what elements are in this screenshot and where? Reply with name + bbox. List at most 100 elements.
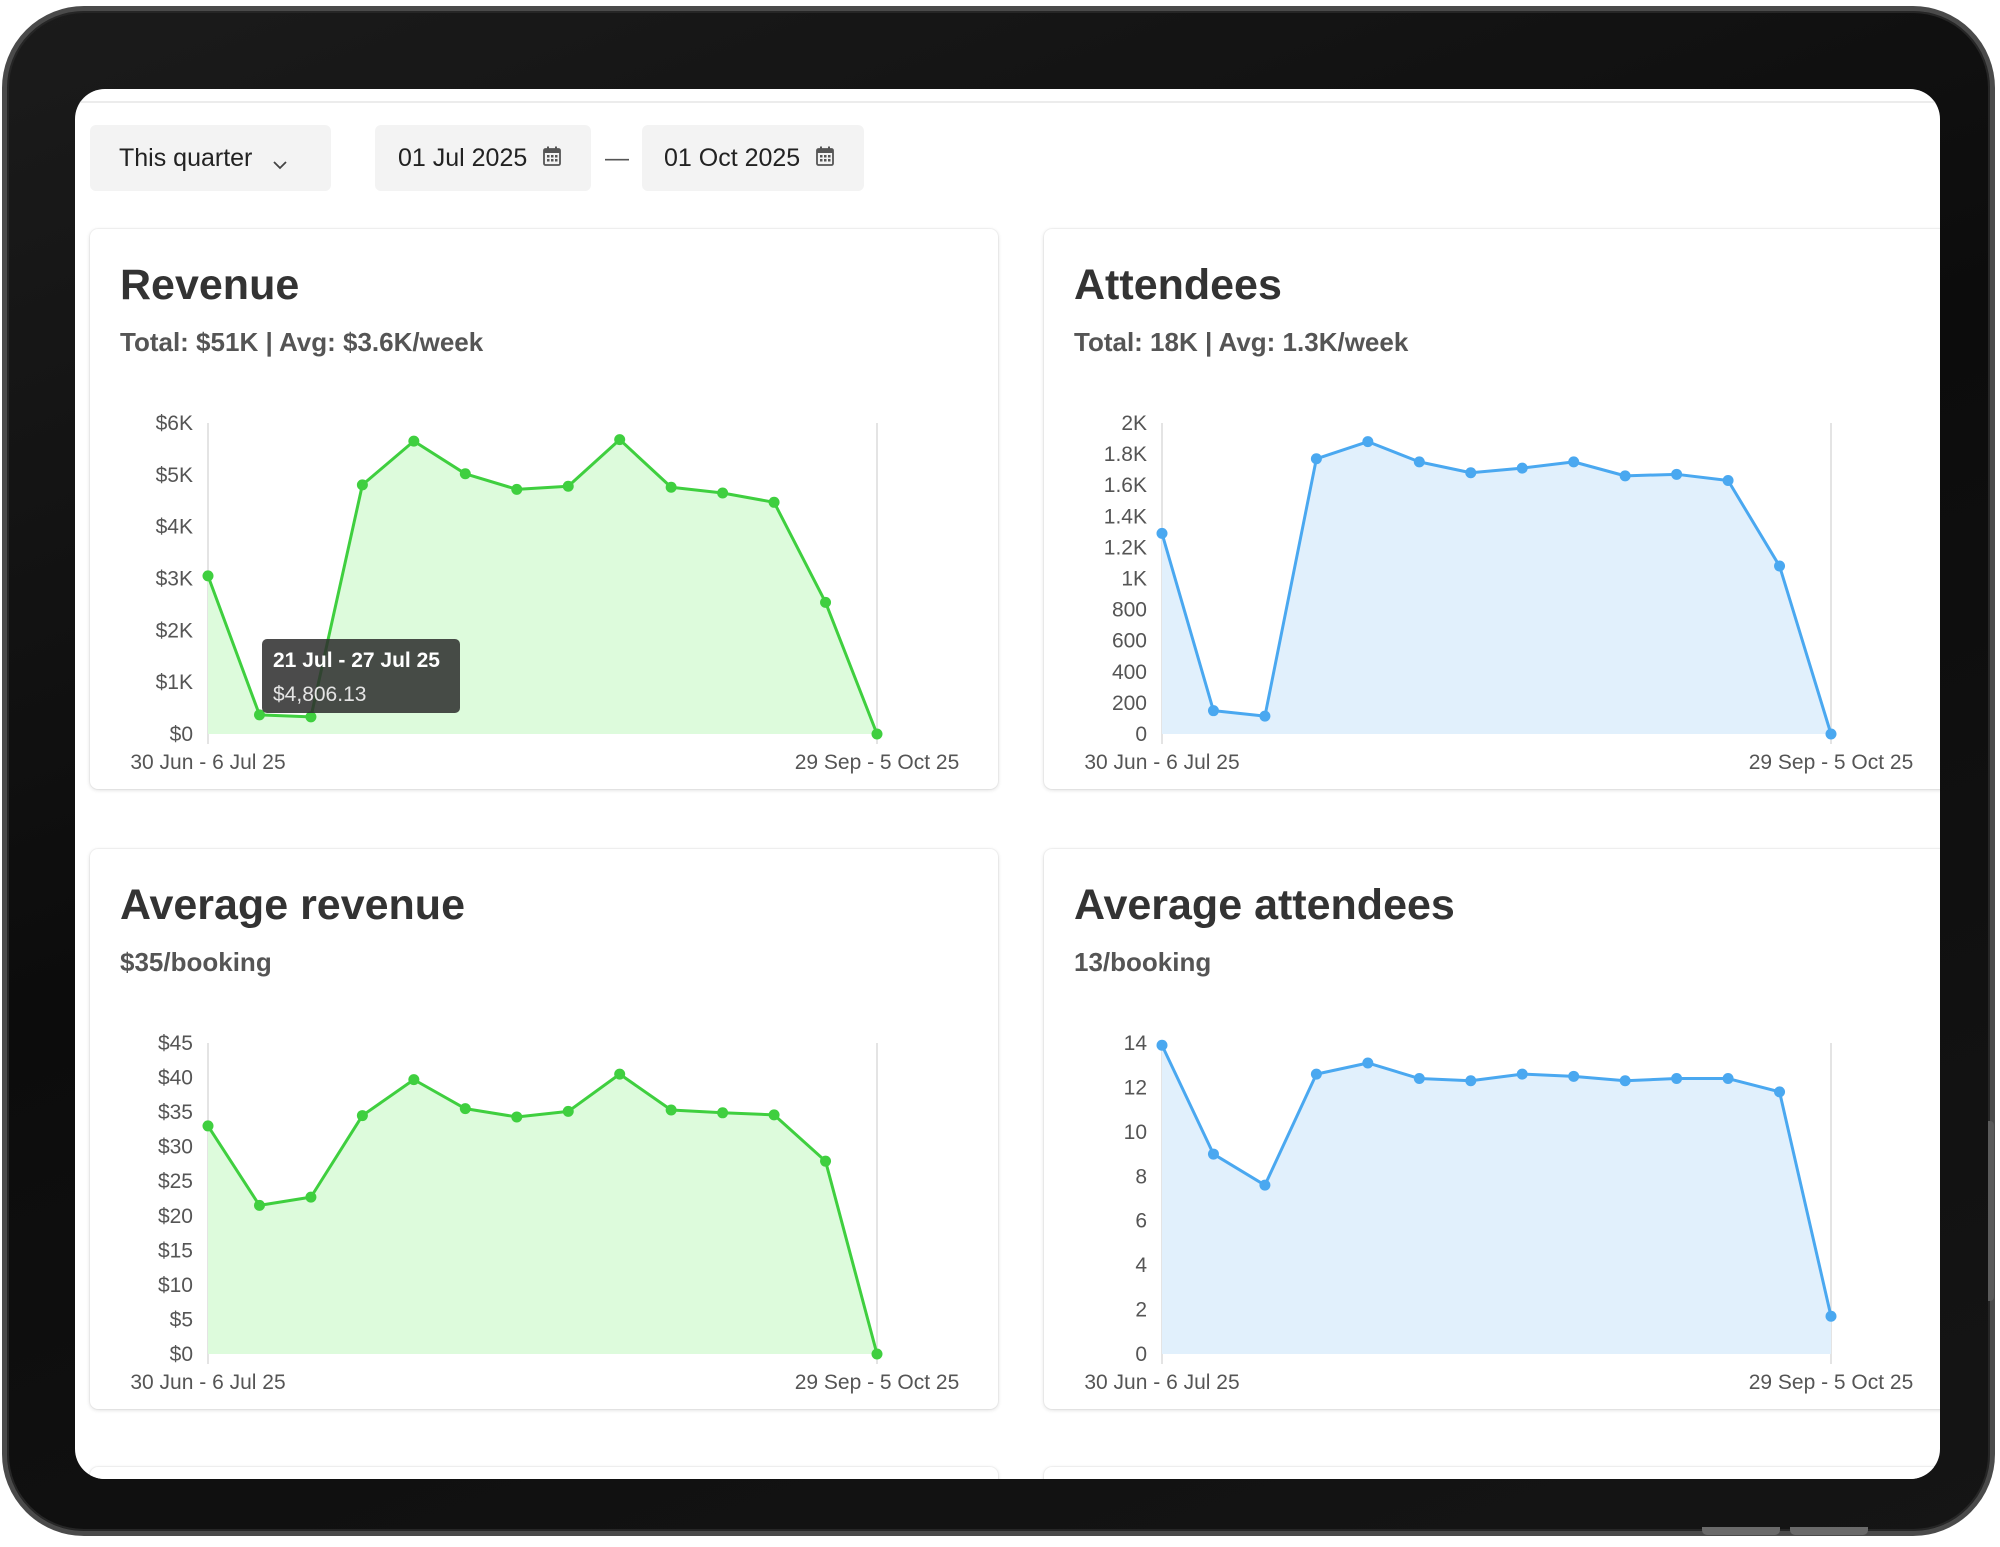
data-point bbox=[1310, 1068, 1322, 1080]
attendees-chart[interactable]: 0 200 400 600 800 1K 1.2K 1.4K 1.6K 1.8K 2K 30 Jun … bbox=[1044, 229, 1940, 789]
data-point bbox=[1825, 1310, 1837, 1322]
data-point bbox=[459, 468, 471, 480]
y-tick-label: 10 bbox=[1124, 1121, 1147, 1144]
data-point bbox=[1465, 467, 1477, 479]
data-point bbox=[1671, 1073, 1683, 1085]
revenue-chart[interactable]: $0 $1K $2K $3K $4K $5K $6K 30 Jun - 6 Jul 25 29 … bbox=[90, 229, 998, 789]
chevron-down-icon bbox=[272, 151, 288, 170]
x-axis-label-first: 30 Jun - 6 Jul 25 bbox=[1084, 751, 1239, 774]
data-point bbox=[768, 496, 780, 508]
y-tick-label: $20 bbox=[158, 1205, 193, 1228]
y-tick-label: 2K bbox=[1121, 412, 1147, 435]
series-area bbox=[1162, 1045, 1831, 1354]
y-tick-label: 14 bbox=[1124, 1032, 1148, 1055]
data-point bbox=[305, 711, 317, 723]
data-point bbox=[717, 1107, 729, 1119]
data-point bbox=[820, 1155, 832, 1167]
data-point bbox=[1619, 1075, 1631, 1087]
data-point bbox=[511, 1111, 523, 1123]
end-date-picker[interactable]: 01 Oct 2025 bbox=[642, 125, 864, 191]
data-point bbox=[1516, 1068, 1528, 1080]
data-point bbox=[1825, 728, 1837, 740]
y-tick-label: 12 bbox=[1124, 1076, 1147, 1099]
y-tick-label: $0 bbox=[170, 723, 193, 746]
y-tick-label: $2K bbox=[156, 619, 193, 642]
y-tick-label: $0 bbox=[170, 1343, 193, 1366]
data-point bbox=[1156, 1039, 1168, 1051]
x-axis-label-last: 29 Sep - 5 Oct 25 bbox=[795, 1371, 960, 1394]
data-point bbox=[768, 1109, 780, 1121]
chart-tooltip: 21 Jul - 27 Jul 25 $4,806.13 bbox=[262, 639, 460, 713]
data-point bbox=[1568, 1070, 1580, 1082]
data-point bbox=[459, 1103, 471, 1115]
y-tick-label: $15 bbox=[158, 1239, 193, 1262]
end-date-value: 01 Oct 2025 bbox=[664, 143, 801, 172]
data-point bbox=[614, 434, 626, 446]
data-point bbox=[1619, 470, 1631, 482]
data-point bbox=[820, 596, 832, 608]
y-tick-label: 1.6K bbox=[1104, 474, 1147, 497]
y-tick-label: 1.4K bbox=[1104, 505, 1147, 528]
tablet-frame: This quarter 01 Jul 2025 — 01 Oct 2025 R… bbox=[2, 6, 1995, 1536]
data-point bbox=[1722, 1073, 1734, 1085]
y-tick-label: 6 bbox=[1135, 1210, 1147, 1233]
average-revenue-card: Average revenue $35/booking $0 $5 $10 $15 $2… bbox=[90, 849, 998, 1409]
data-point bbox=[1671, 468, 1683, 480]
y-tick-label: 600 bbox=[1112, 630, 1147, 653]
y-tick-label: 1.8K bbox=[1104, 443, 1147, 466]
divider bbox=[75, 101, 1940, 103]
data-point bbox=[1259, 1179, 1271, 1191]
x-axis-label-first: 30 Jun - 6 Jul 25 bbox=[130, 751, 285, 774]
y-tick-label: 1.2K bbox=[1104, 536, 1147, 559]
y-tick-label: 0 bbox=[1135, 1343, 1147, 1366]
y-tick-label: 0 bbox=[1135, 723, 1147, 746]
start-date-value: 01 Jul 2025 bbox=[398, 143, 528, 172]
attendees-card: Attendees Total: 18K | Avg: 1.3K/week 02… bbox=[1044, 229, 1940, 789]
y-tick-label: 400 bbox=[1112, 661, 1147, 684]
data-point bbox=[1413, 456, 1425, 468]
data-point bbox=[1207, 705, 1219, 717]
data-point bbox=[305, 1191, 317, 1203]
data-point bbox=[614, 1068, 626, 1080]
tooltip-range: 21 Jul - 27 Jul 25 bbox=[273, 649, 440, 672]
data-point bbox=[356, 479, 368, 491]
y-tick-label: 2 bbox=[1135, 1299, 1147, 1322]
revenue-card: Revenue Total: $51K | Avg: $3.6K/week $0… bbox=[90, 229, 998, 789]
y-tick-label: $25 bbox=[158, 1170, 193, 1193]
average-revenue-chart[interactable]: $0 $5 $10 $15 $20 $25 $30 $35 $40 $45 30 Jun - 6 J… bbox=[90, 849, 998, 1409]
date-range-separator: — bbox=[605, 145, 629, 172]
app-screen: This quarter 01 Jul 2025 — 01 Oct 2025 R… bbox=[75, 89, 1940, 1479]
period-dropdown[interactable]: This quarter bbox=[90, 125, 331, 191]
data-point bbox=[202, 570, 214, 582]
x-axis-label-last: 29 Sep - 5 Oct 25 bbox=[795, 751, 960, 774]
data-point bbox=[1362, 436, 1374, 448]
data-point bbox=[253, 1199, 265, 1211]
next-card bbox=[1044, 1467, 1940, 1479]
y-tick-label: $45 bbox=[158, 1032, 193, 1055]
y-tick-label: $3K bbox=[156, 568, 193, 591]
data-point bbox=[356, 1110, 368, 1122]
data-point bbox=[562, 1105, 574, 1117]
start-date-picker[interactable]: 01 Jul 2025 bbox=[375, 125, 591, 191]
next-card bbox=[90, 1467, 998, 1479]
data-point bbox=[511, 483, 523, 495]
x-axis-label-last: 29 Sep - 5 Oct 25 bbox=[1749, 751, 1914, 774]
y-tick-label: $6K bbox=[156, 412, 193, 435]
data-point bbox=[871, 728, 883, 740]
data-point bbox=[1465, 1075, 1477, 1087]
x-axis-label-first: 30 Jun - 6 Jul 25 bbox=[1084, 1371, 1239, 1394]
y-tick-label: $40 bbox=[158, 1067, 193, 1090]
data-point bbox=[665, 1104, 677, 1116]
data-point bbox=[1207, 1148, 1219, 1160]
y-tick-label: 4 bbox=[1135, 1254, 1147, 1277]
x-axis-label-last: 29 Sep - 5 Oct 25 bbox=[1749, 1371, 1914, 1394]
data-point bbox=[871, 1348, 883, 1360]
data-point bbox=[1568, 456, 1580, 468]
y-tick-label: 200 bbox=[1112, 692, 1147, 715]
average-attendees-card: Average attendees 13/booking 0 2 4 6 8 10 12 14… bbox=[1044, 849, 1940, 1409]
y-tick-label: 800 bbox=[1112, 599, 1147, 622]
y-tick-label: $5K bbox=[156, 464, 193, 487]
y-tick-label: $4K bbox=[156, 516, 193, 539]
data-point bbox=[1156, 527, 1168, 539]
average-attendees-chart[interactable]: 0 2 4 6 8 10 12 14 30 Jun - 6 Jul 25 29 Sep - 5 O… bbox=[1044, 849, 1940, 1409]
